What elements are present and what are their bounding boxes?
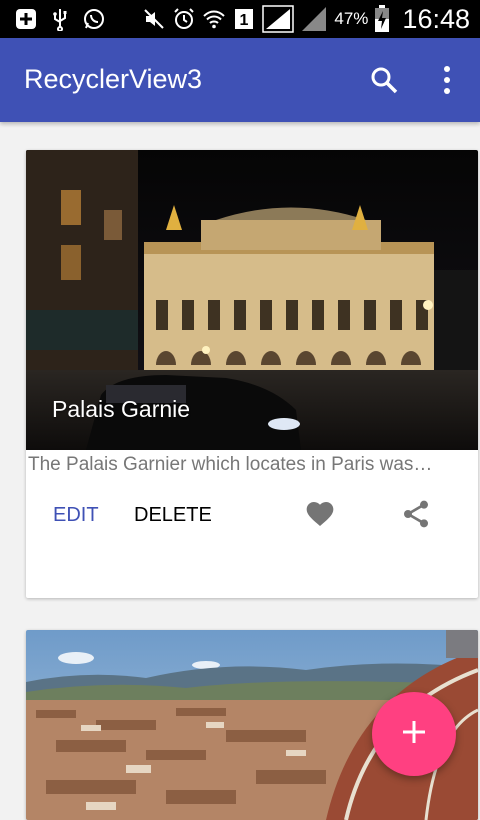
signal-icon (300, 7, 328, 31)
heart-icon[interactable] (304, 498, 336, 530)
plus-icon (400, 718, 428, 751)
add-fab-button[interactable] (372, 692, 456, 776)
card-description: The Palais Garnier which locates in Pari… (28, 454, 433, 475)
signal-icon (262, 5, 295, 33)
card-title: Palais Garnie (52, 396, 191, 422)
wifi-icon (202, 7, 226, 31)
sim-icon: 1 (232, 7, 256, 31)
list-item[interactable]: Palais Garnie The Palais Garnier which l… (26, 150, 478, 598)
share-icon[interactable] (400, 498, 432, 530)
mute-icon (142, 7, 166, 31)
whatsapp-icon (82, 7, 106, 31)
app-title: RecyclerView3 (24, 64, 203, 94)
alarm-icon (172, 7, 196, 31)
clock: 16:48 (402, 3, 470, 34)
delete-button[interactable]: DELETE (134, 504, 212, 527)
status-bar: 1 47% 16:48 (0, 0, 480, 38)
battery-icon (374, 5, 390, 32)
search-icon[interactable] (368, 64, 400, 96)
usb-icon (48, 7, 72, 31)
svg-text:1: 1 (240, 12, 249, 29)
app-bar: RecyclerView3 (0, 38, 480, 122)
battery-percent: 47% (334, 9, 369, 28)
add-box-icon (14, 7, 38, 31)
more-vert-icon[interactable] (438, 64, 456, 96)
edit-button[interactable]: EDIT (53, 504, 99, 527)
